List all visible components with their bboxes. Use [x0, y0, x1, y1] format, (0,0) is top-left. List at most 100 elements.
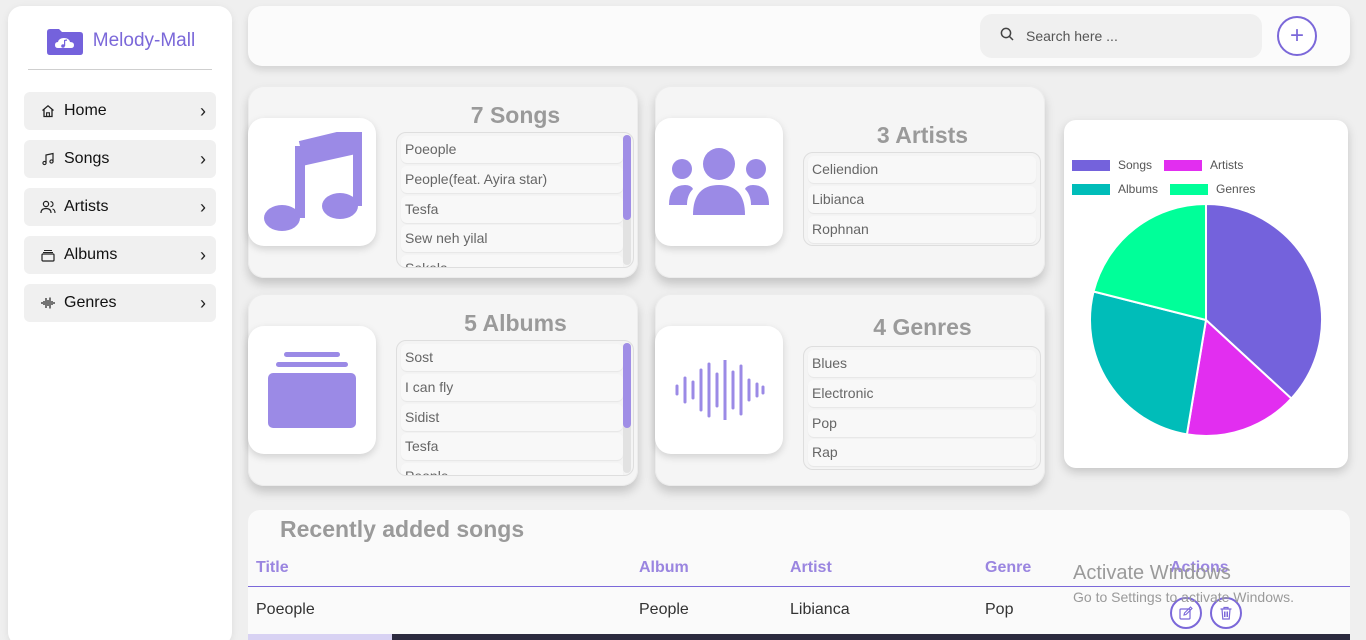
albums-list[interactable]: Sost I can fly Sidist Tesfa People: [396, 340, 634, 476]
column-artist: Artist: [790, 559, 832, 576]
list-item[interactable]: Rophnan: [808, 215, 1036, 243]
songs-count-title: 7 Songs: [470, 102, 561, 128]
sidebar-item-home[interactable]: Home ›: [24, 92, 216, 130]
genres-card: 4 Genres Blues Electronic Pop Rap: [655, 294, 1045, 486]
cell-artist: Libianca: [790, 601, 850, 618]
brand[interactable]: Melody-Mall: [28, 6, 212, 70]
artists-list[interactable]: Celiendion Libianca Rophnan: [803, 152, 1041, 246]
search-box[interactable]: [980, 14, 1262, 58]
waveform-icon: [655, 326, 783, 454]
music-note-icon: [40, 151, 56, 167]
search-icon: [1000, 27, 1014, 46]
edit-icon: [1179, 606, 1193, 620]
waveform-icon: [40, 295, 56, 311]
list-item[interactable]: I can fly: [401, 373, 623, 401]
list-item[interactable]: People(feat. Ayira star): [401, 165, 623, 193]
recent-songs-title: Recently added songs: [280, 516, 525, 542]
sidebar-item-label: Genres: [64, 294, 117, 311]
cell-genre: Pop: [985, 601, 1014, 618]
chart-legend: Songs Artists Albums Genres: [1072, 158, 1342, 206]
albums-card: 5 Albums Sost I can fly Sidist Tesfa Peo…: [248, 294, 638, 486]
users-icon: [40, 199, 56, 215]
chevron-right-icon: ›: [200, 148, 206, 169]
legend-item[interactable]: Artists: [1164, 158, 1243, 172]
sidebar-item-albums[interactable]: Albums ›: [24, 236, 216, 274]
pie-slice-genres[interactable]: [1092, 202, 1207, 322]
music-note-icon: [248, 118, 376, 246]
songs-list[interactable]: Poeople People(feat. Ayira star) Tesfa S…: [396, 132, 634, 268]
artists-card: 3 Artists Celiendion Libianca Rophnan: [655, 86, 1045, 278]
table-header: Title Album Artist Genre Actions: [248, 554, 1350, 587]
add-button[interactable]: +: [1277, 16, 1317, 56]
sidebar: Melody-Mall Home › Songs › Artists › Alb…: [8, 6, 232, 640]
list-item[interactable]: Tesfa: [401, 433, 623, 461]
legend-swatch: [1072, 183, 1110, 195]
list-item[interactable]: Poeople: [401, 136, 623, 163]
legend-swatch: [1170, 183, 1209, 195]
list-item[interactable]: Sost: [401, 344, 623, 371]
legend-item[interactable]: Genres: [1170, 182, 1255, 196]
legend-label: Albums: [1118, 182, 1159, 196]
edit-button[interactable]: [1170, 597, 1202, 629]
album-icon: [248, 326, 376, 454]
chevron-right-icon: ›: [200, 244, 206, 265]
sidebar-item-artists[interactable]: Artists ›: [24, 188, 216, 226]
recent-songs-panel: Recently added songs Title Album Artist …: [248, 510, 1350, 640]
column-album: Album: [639, 559, 689, 576]
list-item[interactable]: Pop: [808, 409, 1036, 437]
sidebar-item-genres[interactable]: Genres ›: [24, 284, 216, 322]
sidebar-item-label: Home: [64, 102, 107, 119]
legend-label: Songs: [1118, 158, 1153, 172]
list-item[interactable]: Sew neh yilal: [401, 225, 623, 253]
cell-album: People: [639, 601, 689, 618]
songs-list-scrollbar[interactable]: [623, 135, 631, 265]
album-icon: [40, 247, 56, 263]
table-row[interactable]: Poeople People Libianca Pop: [248, 588, 1350, 634]
list-item[interactable]: Rap: [808, 439, 1036, 467]
sidebar-item-songs[interactable]: Songs ›: [24, 140, 216, 178]
topbar: +: [248, 6, 1350, 66]
sidebar-nav: Home › Songs › Artists › Albums › Genres…: [8, 70, 232, 322]
search-input[interactable]: [1026, 28, 1246, 44]
bottom-strip: [392, 634, 1350, 640]
cell-title: Poeople: [256, 601, 315, 618]
users-icon: [655, 118, 783, 246]
pie-slice-albums[interactable]: [1089, 290, 1208, 436]
chevron-right-icon: ›: [200, 292, 206, 313]
albums-count-title: 5 Albums: [464, 310, 567, 336]
songs-card: 7 Songs Poeople People(feat. Ayira star)…: [248, 86, 638, 278]
summary-chart-card: Songs Artists Albums Genres: [1064, 120, 1348, 468]
list-item[interactable]: Electronic: [808, 379, 1036, 407]
brand-name: Melody-Mall: [92, 29, 196, 51]
pie-slice-songs[interactable]: [1205, 202, 1323, 400]
legend-label: Genres: [1216, 182, 1256, 196]
artists-count-title: 3 Artists: [876, 122, 969, 148]
trash-icon: [1220, 606, 1232, 620]
column-actions: Actions: [1170, 559, 1229, 576]
delete-button[interactable]: [1210, 597, 1242, 629]
chevron-right-icon: ›: [200, 100, 206, 121]
list-item[interactable]: Blues: [808, 350, 1036, 377]
list-item[interactable]: Sekela: [401, 255, 623, 267]
sidebar-item-label: Songs: [64, 150, 110, 167]
list-item[interactable]: Tesfa: [401, 195, 623, 223]
column-genre: Genre: [985, 559, 1032, 576]
legend-item[interactable]: Songs: [1072, 158, 1152, 172]
chevron-right-icon: ›: [200, 196, 206, 217]
sidebar-item-label: Artists: [64, 198, 109, 215]
row-hover-indicator: [248, 634, 392, 640]
list-item[interactable]: Sidist: [401, 403, 623, 431]
list-item[interactable]: Celiendion: [808, 156, 1036, 183]
legend-item[interactable]: Albums: [1072, 182, 1158, 196]
column-title: Title: [256, 559, 289, 576]
scroll-thumb[interactable]: [623, 343, 631, 428]
legend-label: Artists: [1210, 158, 1244, 172]
list-item[interactable]: Libianca: [808, 185, 1036, 213]
home-icon: [40, 103, 56, 119]
albums-list-scrollbar[interactable]: [623, 343, 631, 473]
sidebar-item-label: Albums: [64, 246, 118, 263]
pie-slice-artists[interactable]: [1185, 318, 1293, 437]
list-item[interactable]: People: [401, 463, 623, 475]
scroll-thumb[interactable]: [623, 135, 631, 220]
genres-list[interactable]: Blues Electronic Pop Rap: [803, 346, 1041, 470]
